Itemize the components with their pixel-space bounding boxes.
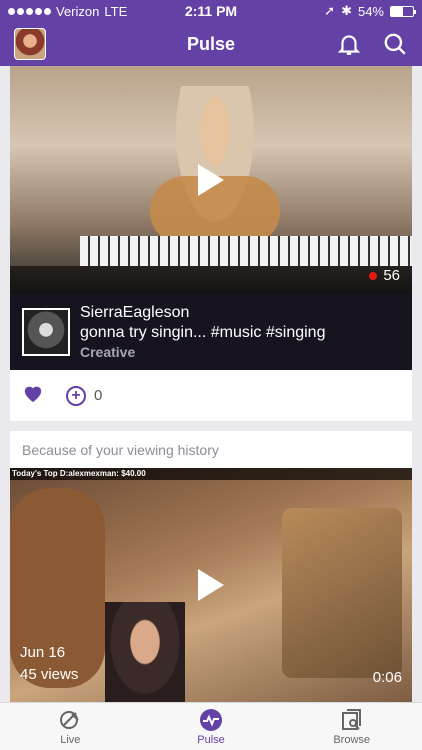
live-icon (58, 708, 82, 732)
battery-percent: 54% (357, 3, 384, 19)
thumbnail-detail (105, 602, 185, 702)
bell-icon[interactable] (336, 31, 362, 57)
thumbnail-overlay (10, 266, 412, 294)
heart-icon[interactable] (22, 383, 44, 408)
tab-live[interactable]: Live (0, 703, 141, 750)
follow-button[interactable]: + 0 (66, 385, 103, 406)
stream-card: 56 SierraEagleson gonna try singin... #m… (10, 66, 412, 421)
video-duration: 0:06 (372, 669, 402, 686)
clock: 2:11 PM (184, 3, 238, 19)
tab-label: Pulse (197, 733, 225, 746)
viewer-count-value: 56 (383, 267, 400, 284)
game-name[interactable]: Creative (80, 344, 325, 360)
tab-pulse[interactable]: Pulse (141, 703, 282, 750)
bluetooth-icon: ✱ (341, 3, 352, 18)
network: LTE (104, 3, 128, 19)
plus-icon: + (66, 385, 86, 406)
status-bar: Verizon LTE 2:11 PM ➚ ✱ 54% (0, 0, 422, 22)
tab-bar: Live Pulse Browse (0, 702, 422, 750)
tab-label: Browse (333, 733, 371, 746)
viewer-count: 56 (369, 267, 400, 284)
location-icon: ➚ (324, 3, 336, 18)
follow-count: 0 (94, 387, 103, 404)
channel-name[interactable]: SierraEagleson (80, 304, 325, 322)
live-dot-icon (369, 271, 378, 280)
recommended-card: Because of your viewing history Today's … (10, 431, 412, 702)
video-thumbnail[interactable]: Today's Top D:alexmexman: $40.00 Jun 16 … (10, 468, 412, 702)
video-date: Jun 16 (20, 644, 66, 661)
search-icon[interactable] (382, 31, 408, 57)
thumbnail-detail (80, 236, 412, 266)
thumbnail-detail (282, 508, 402, 678)
recommendation-reason: Because of your viewing history (22, 441, 219, 458)
play-icon[interactable] (198, 164, 224, 196)
stream-title: gonna try singin... #music #singing (80, 324, 326, 341)
tab-label: Live (60, 733, 81, 746)
carrier: Verizon (56, 3, 100, 19)
battery-icon (390, 5, 416, 17)
play-icon[interactable] (198, 569, 224, 601)
top-bar: Verizon LTE 2:11 PM ➚ ✱ 54% Pulse (0, 0, 422, 66)
signal-icon (8, 7, 51, 15)
channel-avatar[interactable] (22, 308, 70, 356)
stream-thumbnail[interactable]: 56 (10, 66, 412, 294)
tab-browse[interactable]: Browse (281, 703, 422, 750)
thumbnail-overlay-text: Today's Top D:alexmexman: $40.00 (10, 468, 412, 480)
video-views: 45 views (20, 666, 79, 683)
feed: 56 SierraEagleson gonna try singin... #m… (0, 66, 422, 702)
card-actions: + 0 (10, 370, 412, 421)
stream-info[interactable]: SierraEagleson gonna try singin... #musi… (10, 294, 412, 370)
header: Pulse (0, 22, 422, 66)
profile-avatar[interactable] (14, 28, 46, 60)
browse-icon (340, 708, 364, 732)
page-title: Pulse (186, 33, 236, 54)
pulse-icon (199, 708, 223, 732)
